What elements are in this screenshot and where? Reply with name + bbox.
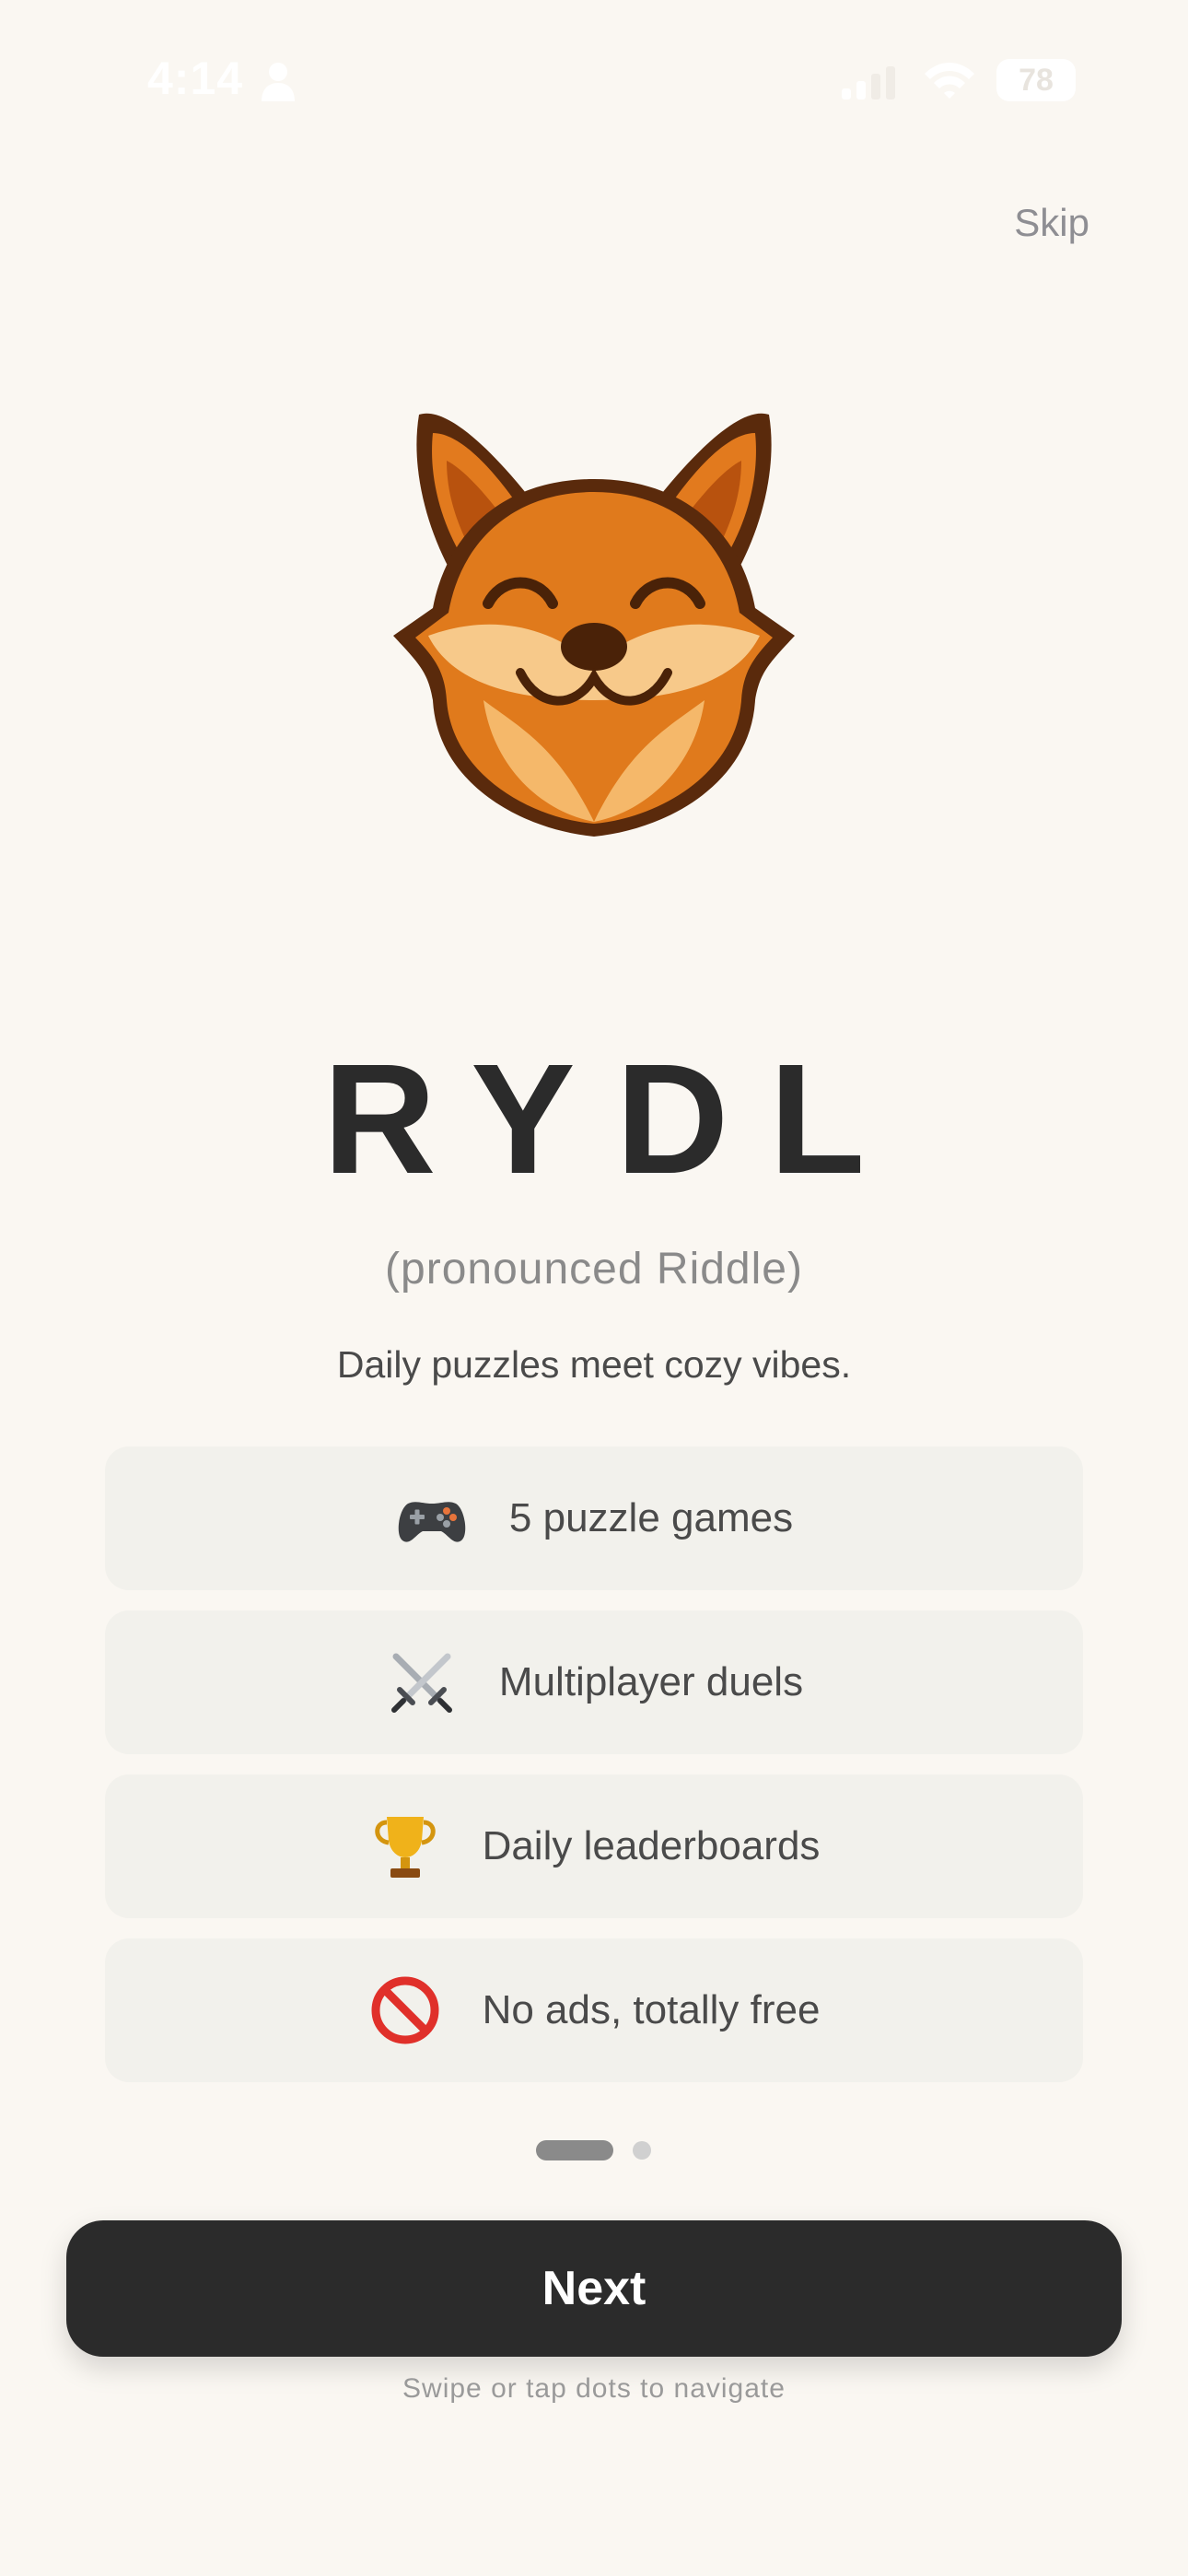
feature-label: Daily leaderboards: [482, 1823, 821, 1868]
person-icon: [262, 63, 295, 101]
onboarding-screen: 4:14 78 Skip RYDL (pronounced Riddle) Da…: [0, 0, 1188, 2576]
page-indicator: [0, 2140, 1188, 2162]
signal-icon: [842, 66, 895, 100]
wifi-icon: [925, 63, 974, 99]
app-title: RYDL: [322, 1032, 906, 1207]
feature-item: Daily leaderboards: [105, 1774, 1083, 1918]
status-time: 4:14: [147, 53, 244, 104]
game-controller-icon: [398, 1502, 466, 1542]
feature-item: Multiplayer duels: [105, 1610, 1083, 1754]
next-button[interactable]: Next: [66, 2220, 1122, 2357]
crossed-swords-icon: [390, 1653, 452, 1713]
battery-level: 78: [1019, 62, 1054, 98]
no-entry-icon: [371, 1976, 439, 2044]
feature-label: 5 puzzle games: [508, 1495, 794, 1540]
feature-item: No ads, totally free: [105, 1938, 1083, 2082]
feature-list: 5 puzzle games Multiplayer duels Daily l…: [105, 1446, 1083, 2102]
trophy-icon: [374, 1817, 436, 1878]
navigation-hint: Swipe or tap dots to navigate: [402, 2373, 786, 2404]
page-dot-active[interactable]: [536, 2140, 613, 2160]
feature-item: 5 puzzle games: [105, 1446, 1083, 1590]
status-bar: 4:14 78: [0, 0, 1188, 157]
pronunciation-text: (pronounced Riddle): [385, 1245, 803, 1294]
tagline: Daily puzzles meet cozy vibes.: [336, 1343, 852, 1386]
skip-button[interactable]: Skip: [1014, 201, 1089, 245]
feature-label: Multiplayer duels: [498, 1659, 804, 1704]
page-dot[interactable]: [633, 2141, 651, 2160]
battery-icon: 78: [996, 59, 1076, 101]
feature-label: No ads, totally free: [482, 1987, 821, 2032]
fox-mascot-icon: [393, 413, 795, 837]
